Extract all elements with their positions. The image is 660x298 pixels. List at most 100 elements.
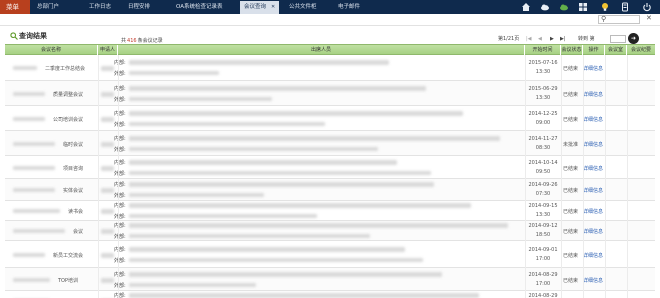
column-divider bbox=[605, 291, 606, 298]
cloud-icon[interactable] bbox=[559, 2, 569, 12]
settings-icon[interactable] bbox=[620, 2, 630, 12]
table-row: TOP培训 内部: 外部: 2014-08-29 已结束 详细信息 bbox=[5, 291, 655, 298]
first-page-button[interactable]: |◀ bbox=[526, 35, 532, 44]
column-divider bbox=[118, 268, 119, 291]
column-divider bbox=[627, 291, 628, 298]
meeting-name[interactable]: 读书会 bbox=[68, 208, 93, 215]
column-divider bbox=[561, 291, 562, 298]
prev-page-button[interactable]: ◀ bbox=[538, 35, 542, 44]
column-divider bbox=[583, 201, 584, 221]
search-icon: ⚲ bbox=[601, 15, 607, 23]
column-divider bbox=[583, 179, 584, 201]
meeting-name[interactable]: 项目咨询 bbox=[63, 165, 93, 172]
details-link[interactable]: 详细信息 bbox=[583, 252, 603, 259]
goto-page-button[interactable]: ➜ bbox=[628, 33, 639, 44]
close-tab-icon[interactable]: ✕ bbox=[271, 4, 275, 10]
redacted-attendees bbox=[129, 122, 325, 126]
internal-attendees-label: 内部: bbox=[114, 203, 126, 209]
meeting-name[interactable]: TOP培训 bbox=[58, 277, 93, 284]
nav-tab-schedule[interactable]: 日程安排 bbox=[128, 0, 150, 14]
start-time: 13:30 bbox=[535, 212, 551, 218]
column-divider bbox=[561, 268, 562, 291]
column-divider bbox=[583, 81, 584, 106]
cloud-icon[interactable] bbox=[540, 2, 550, 12]
col-status: 会议状态 bbox=[561, 45, 583, 55]
column-divider bbox=[525, 179, 526, 201]
results-header: 查询结果 共416条会议记录 第1/21页 |◀ ◀ ▶ ▶| 转到 第 ➜ bbox=[0, 27, 660, 44]
column-divider bbox=[98, 81, 99, 106]
details-link[interactable]: 详细信息 bbox=[583, 228, 603, 235]
column-divider bbox=[98, 201, 99, 221]
start-date: 2014-09-12 bbox=[528, 223, 558, 229]
power-icon[interactable] bbox=[642, 2, 652, 12]
start-date: 2014-08-29 bbox=[528, 272, 558, 278]
details-link[interactable]: 详细信息 bbox=[583, 116, 603, 123]
redacted-text bbox=[13, 278, 50, 282]
status-badge: 已结束 bbox=[563, 278, 579, 284]
meeting-name[interactable]: 公司培训会议 bbox=[53, 116, 93, 123]
table-row: 会议 内部: 外部: 2014-09-12 18:50 已结束 详细信息 bbox=[5, 221, 655, 241]
meeting-name[interactable]: 新员工交流会 bbox=[53, 252, 93, 259]
redacted-attendees bbox=[129, 234, 370, 238]
column-divider bbox=[605, 55, 606, 81]
column-divider bbox=[118, 179, 119, 201]
details-link[interactable]: 详细信息 bbox=[583, 187, 603, 194]
redacted-attendees bbox=[129, 182, 434, 187]
column-divider bbox=[98, 179, 99, 201]
last-page-button[interactable]: ▶| bbox=[560, 35, 566, 44]
redacted-attendees bbox=[129, 223, 508, 228]
column-divider bbox=[605, 156, 606, 179]
search-input[interactable]: ⚲ bbox=[598, 15, 640, 24]
details-link[interactable]: 详细信息 bbox=[583, 165, 603, 172]
column-divider bbox=[627, 55, 628, 81]
nav-tab-file-cabinet[interactable]: 公共文件柜 bbox=[289, 0, 317, 14]
details-link[interactable]: 详细信息 bbox=[583, 277, 603, 284]
home-icon[interactable] bbox=[521, 2, 531, 12]
nav-tab-portal[interactable]: 总部门户 bbox=[37, 0, 59, 14]
column-divider bbox=[118, 81, 119, 106]
redacted-applicant bbox=[101, 278, 114, 283]
nav-tab-oa-check[interactable]: OA系统检查记录表 bbox=[176, 0, 223, 14]
goto-page-input[interactable] bbox=[610, 35, 626, 43]
redacted-text bbox=[13, 92, 45, 96]
page-title: 查询结果 bbox=[19, 32, 47, 40]
column-divider bbox=[561, 241, 562, 268]
redacted-attendees bbox=[129, 193, 264, 197]
start-date: 2014-12-25 bbox=[528, 111, 558, 117]
details-link[interactable]: 详细信息 bbox=[583, 91, 603, 98]
column-divider bbox=[525, 268, 526, 291]
details-link[interactable]: 详细信息 bbox=[583, 208, 603, 215]
redacted-applicant bbox=[101, 209, 114, 214]
column-divider bbox=[98, 55, 99, 81]
redacted-applicant bbox=[101, 188, 114, 193]
column-divider bbox=[525, 156, 526, 179]
start-time: 13:30 bbox=[535, 95, 551, 101]
close-icon[interactable]: ✕ bbox=[646, 14, 652, 22]
meeting-name[interactable]: 会议 bbox=[73, 228, 93, 235]
nav-tab-email[interactable]: 电子邮件 bbox=[338, 0, 360, 14]
col-attendees: 出席人员 bbox=[118, 45, 525, 55]
nav-tab-meeting-query[interactable]: 会议查询 ✕ bbox=[240, 1, 280, 14]
search-result-icon bbox=[10, 32, 18, 40]
col-start-time: 开始时间 bbox=[525, 45, 561, 55]
external-attendees-label: 外部: bbox=[114, 147, 126, 153]
details-link[interactable]: 详细信息 bbox=[583, 141, 603, 148]
meeting-name[interactable]: 质量调整会议 bbox=[53, 91, 93, 98]
table-row: 新员工交流会 内部: 外部: 2014-09-01 17:00 已结束 详细信息 bbox=[5, 241, 655, 268]
column-divider bbox=[118, 291, 119, 298]
col-minutes: 会议纪要 bbox=[630, 47, 651, 53]
start-time: 17:00 bbox=[535, 281, 551, 287]
meeting-name[interactable]: 临时会议 bbox=[63, 141, 93, 148]
column-divider bbox=[627, 106, 628, 131]
meeting-name[interactable]: 二季度工作总结会 bbox=[45, 65, 93, 72]
bulb-icon[interactable] bbox=[600, 2, 610, 12]
menu-button[interactable]: 菜单 bbox=[0, 0, 30, 14]
column-divider bbox=[525, 201, 526, 221]
details-link[interactable]: 详细信息 bbox=[583, 65, 603, 72]
next-page-button[interactable]: ▶ bbox=[550, 35, 554, 44]
apps-icon[interactable] bbox=[578, 2, 588, 12]
nav-tab-worklog[interactable]: 工作日志 bbox=[89, 0, 111, 14]
meeting-name[interactable]: 实体会议 bbox=[63, 187, 93, 194]
column-divider bbox=[605, 221, 606, 241]
column-divider bbox=[525, 291, 526, 298]
